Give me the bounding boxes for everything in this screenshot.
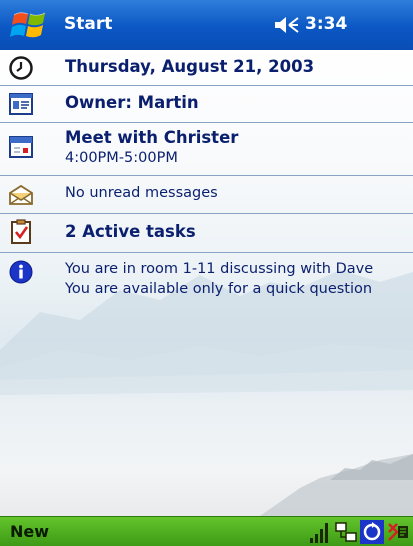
today-screen: Thursday, August 21, 2003 Owner: Martin … [0, 50, 413, 516]
appointment-row[interactable]: Meet with Christer 4:00PM-5:00PM [0, 123, 413, 175]
new-button[interactable]: New [10, 522, 49, 541]
tasks-text: 2 Active tasks [65, 222, 196, 241]
start-button[interactable]: Start [0, 0, 160, 50]
owner-row[interactable]: Owner: Martin [0, 86, 413, 122]
info-icon [9, 260, 33, 284]
contact-card-icon [9, 93, 33, 115]
appointment-title: Meet with Christer [65, 128, 239, 147]
task-checklist-icon [11, 219, 31, 244]
owner-text: Owner: Martin [65, 93, 199, 112]
appointment-time: 4:00PM-5:00PM [65, 150, 178, 166]
calendar-icon [9, 136, 33, 158]
network-connection-icon[interactable] [334, 520, 358, 544]
clock-time[interactable]: 3:34 [305, 14, 347, 34]
sync-icon[interactable] [360, 520, 384, 544]
signal-strength-icon[interactable] [308, 520, 332, 544]
title-bar: Start 3:34 [0, 0, 413, 50]
date-text: Thursday, August 21, 2003 [65, 57, 315, 76]
date-row[interactable]: Thursday, August 21, 2003 [0, 50, 413, 85]
tasks-row[interactable]: 2 Active tasks [0, 214, 413, 252]
info-row[interactable]: You are in room 1-11 discussing with Dav… [0, 253, 413, 307]
envelope-icon [9, 184, 33, 205]
windows-flag-icon [10, 12, 46, 38]
speaker-volume-icon[interactable] [273, 14, 299, 36]
start-label: Start [64, 14, 113, 34]
info-line-2: You are available only for a quick quest… [65, 281, 373, 297]
clock-icon [9, 56, 33, 80]
messages-row[interactable]: No unread messages [0, 176, 413, 213]
bottom-command-bar: New [0, 516, 413, 546]
status-icon[interactable] [386, 520, 410, 544]
info-line-1: You are in room 1-11 discussing with Dav… [65, 261, 374, 277]
messages-text: No unread messages [65, 185, 218, 201]
